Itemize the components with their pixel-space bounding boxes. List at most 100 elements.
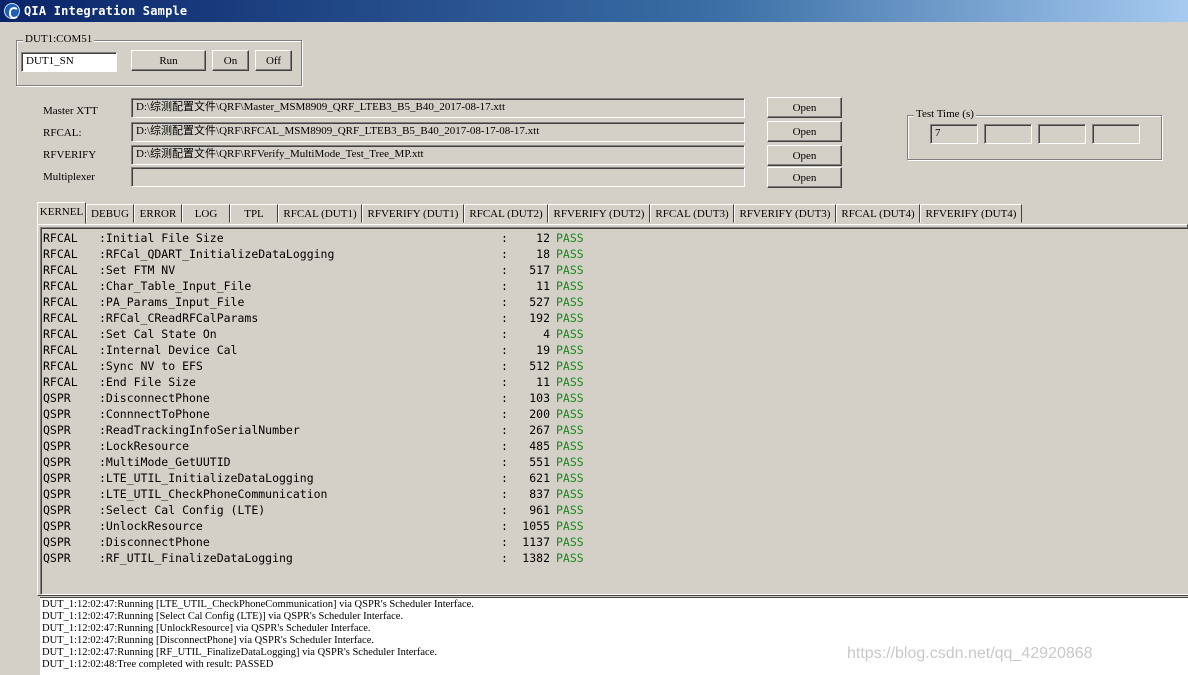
kernel-row-separator: : <box>501 263 508 277</box>
kernel-row-separator: : <box>501 327 508 341</box>
kernel-row-result: PASS <box>556 407 584 421</box>
kernel-row-time: 1055 <box>522 519 550 533</box>
kernel-row-module: RFCAL <box>43 375 78 389</box>
kernel-row-test-name: :RFCal_QDART_InitializeDataLogging <box>99 247 335 261</box>
tab-rfcal-dut1[interactable]: RFCAL (DUT1) <box>278 204 362 223</box>
master-xtt-open-button[interactable]: Open <box>767 97 842 118</box>
log-line: DUT_1:12:02:48:Tree completed with resul… <box>42 659 274 670</box>
kernel-row-time: 18 <box>536 247 550 261</box>
kernel-row-module: QSPR <box>43 551 71 565</box>
kernel-row-module: RFCAL <box>43 247 78 261</box>
kernel-row-test-name: :ReadTrackingInfoSerialNumber <box>99 423 300 437</box>
log-line: DUT_1:12:02:47:Running [RF_UTIL_Finalize… <box>42 647 437 658</box>
kernel-row-test-name: :Sync NV to EFS <box>99 359 203 373</box>
kernel-row-module: RFCAL <box>43 343 78 357</box>
rfverify-path-field[interactable]: D:\综测配置文件\QRF\RFVerify_MultiMode_Test_Tr… <box>131 145 745 165</box>
kernel-row-result: PASS <box>556 391 584 405</box>
kernel-row-result: PASS <box>556 519 584 533</box>
log-line: DUT_1:12:02:47:Running [Select Cal Confi… <box>42 611 404 622</box>
rfcal-open-button[interactable]: Open <box>767 121 842 142</box>
serial-number-input[interactable]: DUT1_SN <box>21 52 117 72</box>
kernel-row-time: 1137 <box>522 535 550 549</box>
rfverify-open-button[interactable]: Open <box>767 145 842 166</box>
kernel-row-separator: : <box>501 279 508 293</box>
kernel-row-test-name: :ConnnectToPhone <box>99 407 210 421</box>
tab-rfverify-dut4[interactable]: RFVERIFY (DUT4) <box>920 204 1022 223</box>
log-line: DUT_1:12:02:47:Running [LTE_UTIL_CheckPh… <box>42 599 474 610</box>
off-button[interactable]: Off <box>255 50 292 71</box>
kernel-row-separator: : <box>501 551 508 565</box>
kernel-row-module: QSPR <box>43 439 71 453</box>
tab-rfcal-dut4[interactable]: RFCAL (DUT4) <box>836 204 920 223</box>
kernel-row-result: PASS <box>556 423 584 437</box>
window-title: QIA Integration Sample <box>24 4 188 18</box>
kernel-row-test-name: :End File Size <box>99 375 196 389</box>
kernel-row-time: 512 <box>529 359 550 373</box>
kernel-row-module: RFCAL <box>43 279 78 293</box>
tab-debug[interactable]: DEBUG <box>86 204 134 223</box>
kernel-row-test-name: :Char_Table_Input_File <box>99 279 252 293</box>
kernel-row-result: PASS <box>556 375 584 389</box>
tab-log[interactable]: LOG <box>182 204 230 223</box>
kernel-row-separator: : <box>501 503 508 517</box>
kernel-row-result: PASS <box>556 439 584 453</box>
kernel-row-module: RFCAL <box>43 327 78 341</box>
kernel-row-module: QSPR <box>43 519 71 533</box>
rfcal-path-field[interactable]: D:\综测配置文件\QRF\RFCAL_MSM8909_QRF_LTEB3_B5… <box>131 122 745 142</box>
kernel-row-separator: : <box>501 295 508 309</box>
kernel-row-time: 267 <box>529 423 550 437</box>
tab-rfcal-dut2[interactable]: RFCAL (DUT2) <box>464 204 548 223</box>
kernel-row-result: PASS <box>556 471 584 485</box>
kernel-row-module: RFCAL <box>43 263 78 277</box>
test-time-field-4[interactable] <box>1092 124 1140 144</box>
kernel-row-result: PASS <box>556 279 584 293</box>
run-button[interactable]: Run <box>131 50 206 71</box>
tab-rfverify-dut3[interactable]: RFVERIFY (DUT3) <box>734 204 836 223</box>
tab-rfverify-dut2[interactable]: RFVERIFY (DUT2) <box>548 204 650 223</box>
kernel-row-separator: : <box>501 359 508 373</box>
kernel-row-module: RFCAL <box>43 359 78 373</box>
multiplexer-open-button[interactable]: Open <box>767 167 842 188</box>
kernel-row-separator: : <box>501 455 508 469</box>
test-time-legend: Test Time (s) <box>914 108 976 120</box>
multiplexer-path-field[interactable] <box>131 167 745 187</box>
kernel-row-test-name: :Set FTM NV <box>99 263 176 277</box>
kernel-row-test-name: :DisconnectPhone <box>99 391 210 405</box>
kernel-row-separator: : <box>501 311 508 325</box>
kernel-row-time: 485 <box>529 439 550 453</box>
tab-kernel[interactable]: KERNEL <box>37 202 86 224</box>
test-time-field-2[interactable] <box>984 124 1032 144</box>
log-output[interactable]: DUT_1:12:02:47:Running [LTE_UTIL_CheckPh… <box>40 597 1188 675</box>
watermark: https://blog.csdn.net/qq_42920868 <box>847 645 1093 662</box>
kernel-row-time: 12 <box>536 231 550 245</box>
kernel-row-time: 200 <box>529 407 550 421</box>
kernel-row-test-name: :LTE_UTIL_InitializeDataLogging <box>99 471 314 485</box>
master-xtt-label: Master XTT <box>43 105 98 117</box>
kernel-row-module: QSPR <box>43 487 71 501</box>
tab-rfcal-dut3[interactable]: RFCAL (DUT3) <box>650 204 734 223</box>
kernel-row-result: PASS <box>556 263 584 277</box>
kernel-row-time: 837 <box>529 487 550 501</box>
kernel-row-separator: : <box>501 471 508 485</box>
title-bar[interactable]: QIA Integration Sample <box>0 0 1188 22</box>
app-icon <box>4 3 20 19</box>
kernel-results-list[interactable]: RFCAL:Initial File Size: 12 PASS RFCAL:RFCa… <box>40 227 1188 595</box>
master-xtt-path-field[interactable]: D:\综测配置文件\QRF\Master_MSM8909_QRF_LTEB3_B… <box>131 98 745 118</box>
tab-rfverify-dut1[interactable]: RFVERIFY (DUT1) <box>362 204 464 223</box>
tab-tpl[interactable]: TPL <box>230 204 278 223</box>
test-time-field-1[interactable]: 7 <box>930 124 978 144</box>
kernel-row-test-name: :LTE_UTIL_CheckPhoneCommunication <box>99 487 328 501</box>
rfcal-label: RFCAL: <box>43 127 82 139</box>
kernel-row-separator: : <box>501 407 508 421</box>
on-button[interactable]: On <box>212 50 249 71</box>
kernel-row-result: PASS <box>556 551 584 565</box>
kernel-row-separator: : <box>501 231 508 245</box>
test-time-field-3[interactable] <box>1038 124 1086 144</box>
kernel-row-result: PASS <box>556 455 584 469</box>
kernel-row-separator: : <box>501 439 508 453</box>
kernel-row-module: QSPR <box>43 471 71 485</box>
kernel-row-module: QSPR <box>43 407 71 421</box>
kernel-row-separator: : <box>501 375 508 389</box>
tab-error[interactable]: ERROR <box>134 204 182 223</box>
kernel-row-module: QSPR <box>43 391 71 405</box>
